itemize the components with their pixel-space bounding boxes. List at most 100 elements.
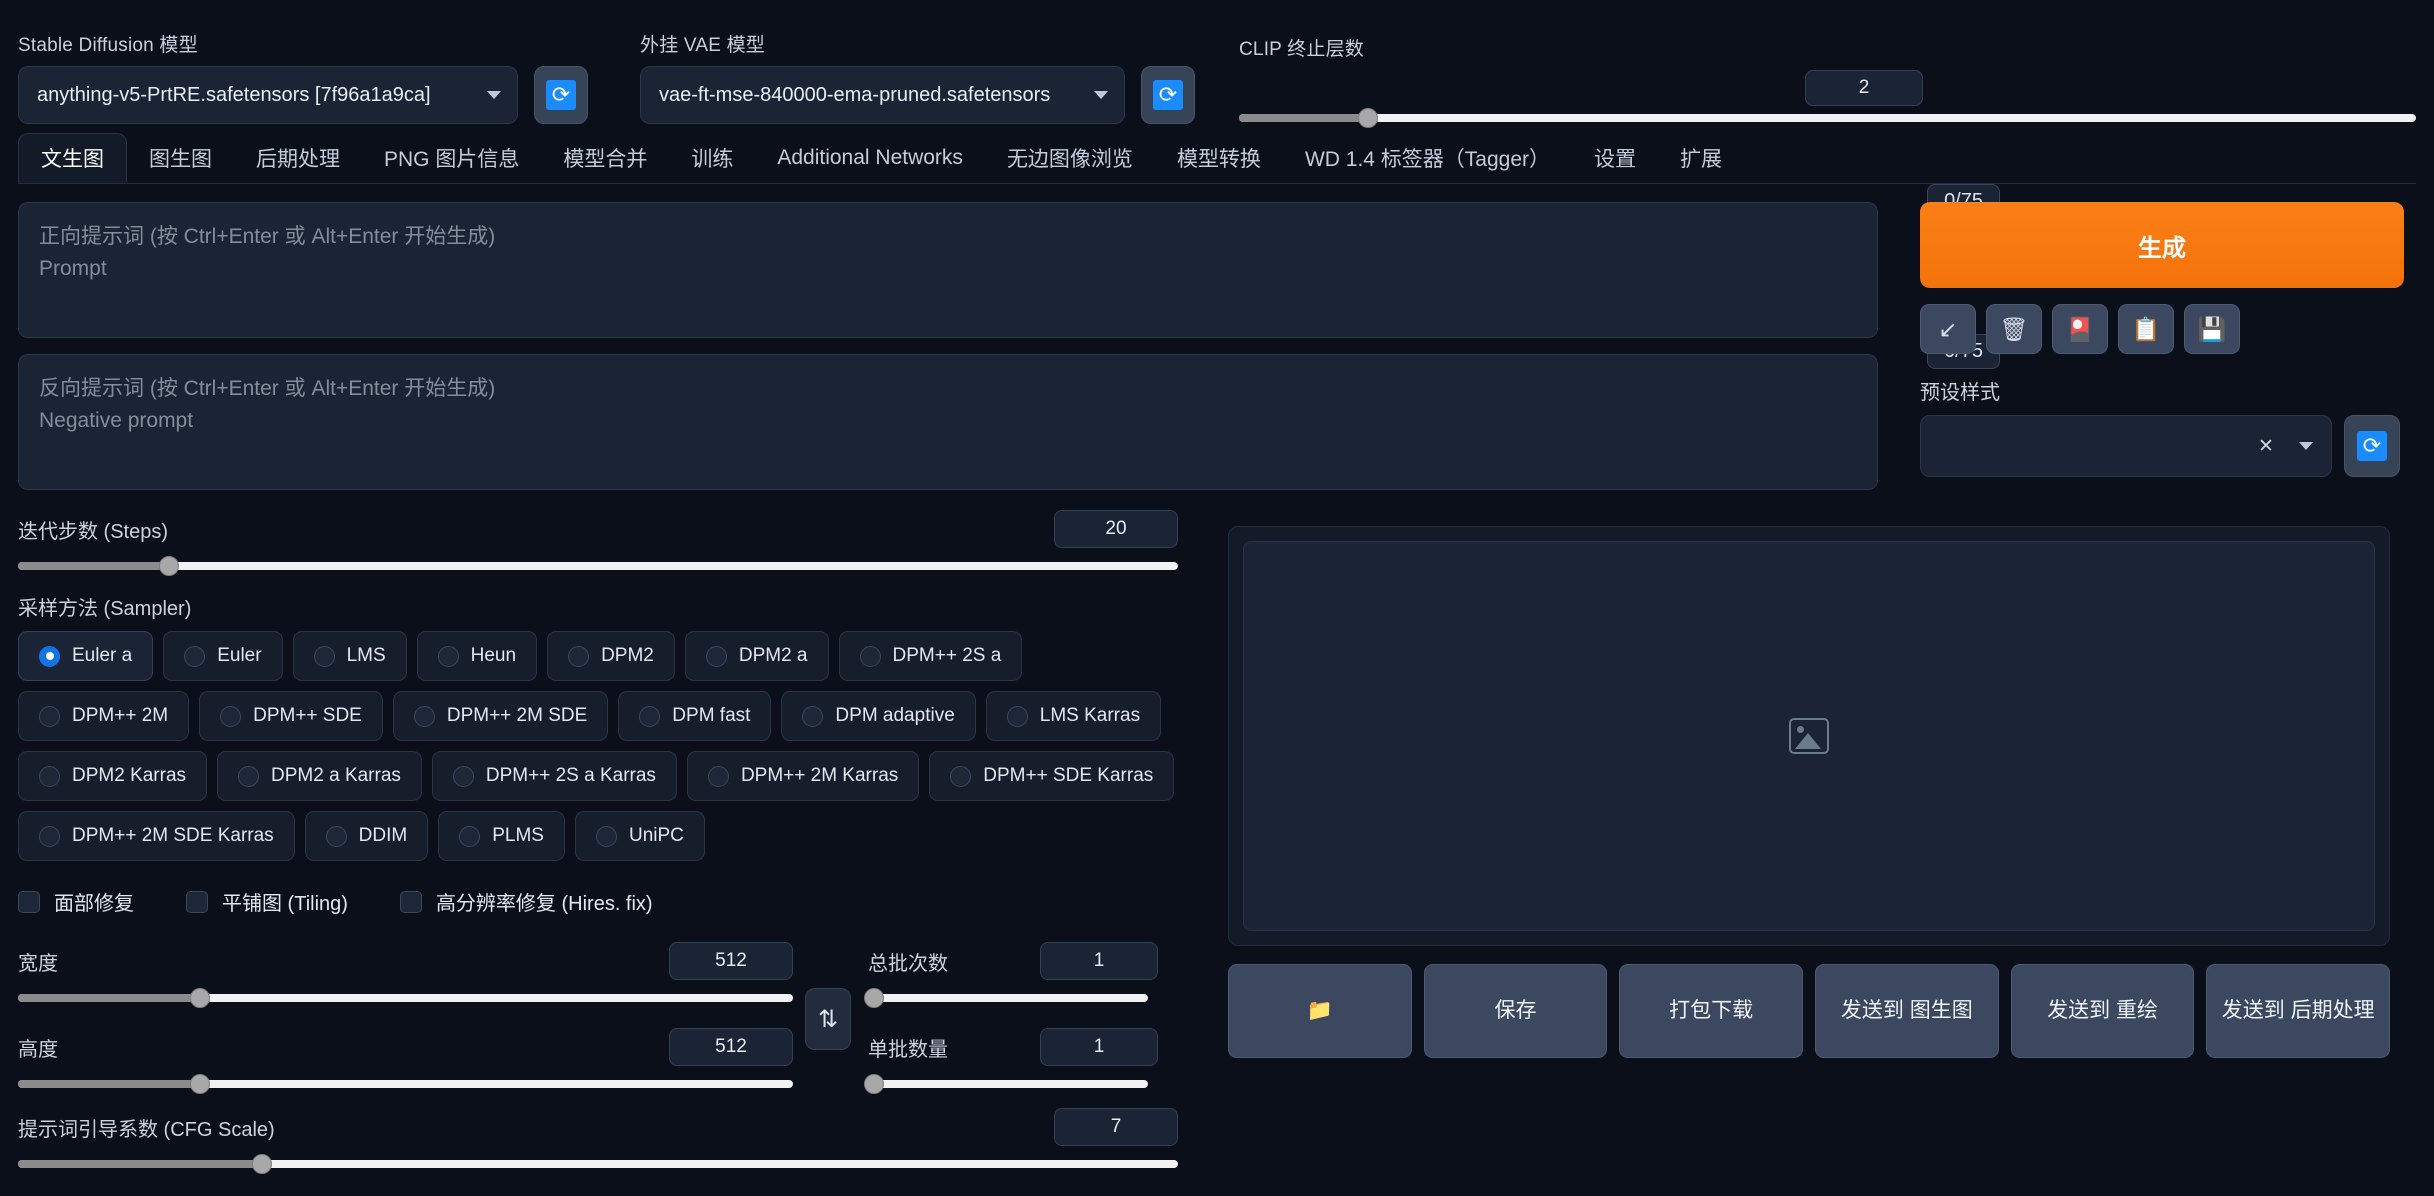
sampler-option-dpmpp-sde-karras[interactable]: DPM++ SDE Karras bbox=[929, 751, 1175, 801]
prompt-area: 正向提示词 (按 Ctrl+Enter 或 Alt+Enter 开始生成) Pr… bbox=[18, 184, 2000, 490]
send-to-extras-button[interactable]: 发送到 后期处理 bbox=[2206, 964, 2391, 1058]
sampler-option-plms[interactable]: PLMS bbox=[438, 811, 565, 861]
sampler-option-heun[interactable]: Heun bbox=[416, 631, 538, 681]
chevron-down-icon bbox=[2299, 442, 2313, 450]
sampler-option-dpmpp-2m-sde[interactable]: DPM++ 2M SDE bbox=[392, 691, 609, 741]
clip-skip-slider[interactable] bbox=[1239, 108, 2416, 128]
swap-width-height-button[interactable]: ⇅ bbox=[805, 988, 851, 1050]
show-extra-networks-button[interactable]: 🎴 bbox=[2052, 304, 2108, 354]
width-value-input[interactable]: 512 bbox=[669, 942, 793, 980]
vae-model-dropdown[interactable]: vae-ft-mse-840000-ema-pruned.safetensors bbox=[640, 66, 1125, 124]
radio-icon bbox=[238, 765, 260, 787]
sampler-option-dpm2-a-karras[interactable]: DPM2 a Karras bbox=[217, 751, 422, 801]
open-folder-button[interactable]: 📁 bbox=[1228, 964, 1412, 1058]
refresh-vae-button[interactable]: ⟳ bbox=[1141, 66, 1195, 124]
batch-count-label: 总批次数 bbox=[868, 952, 948, 975]
tab-extensions[interactable]: 扩展 bbox=[1658, 133, 1744, 183]
checkbox-hires-fix[interactable]: 高分辨率修复 (Hires. fix) bbox=[399, 887, 653, 916]
sampler-option-dpmpp-2m-sde-karras[interactable]: DPM++ 2M SDE Karras bbox=[18, 811, 295, 861]
height-value-input[interactable]: 512 bbox=[669, 1028, 793, 1066]
sd-model-dropdown[interactable]: anything-v5-PrtRE.safetensors [7f96a1a9c… bbox=[18, 66, 518, 124]
cfg-scale-input[interactable]: 7 bbox=[1054, 1108, 1178, 1146]
sampler-option-euler[interactable]: Euler bbox=[163, 631, 283, 681]
batch-size-slider[interactable] bbox=[863, 1074, 1148, 1094]
sampler-option-lms[interactable]: LMS bbox=[292, 631, 407, 681]
tab-png-info[interactable]: PNG 图片信息 bbox=[362, 133, 541, 183]
radio-icon bbox=[39, 705, 60, 727]
output-column: 📁 保存 打包下载 发送到 图生图 发送到 重绘 发送到 后期处理 bbox=[1228, 500, 2418, 1058]
tab-checkpoint-merger[interactable]: 模型合并 bbox=[541, 133, 669, 183]
sampler-option-dpm-fast[interactable]: DPM fast bbox=[618, 691, 772, 741]
sampler-option-dpm2-a[interactable]: DPM2 a bbox=[684, 631, 829, 681]
sampler-option-dpmpp-2m[interactable]: DPM++ 2M bbox=[18, 691, 190, 741]
sampler-option-ddim[interactable]: DDIM bbox=[304, 811, 429, 861]
sampler-option-lms-karras[interactable]: LMS Karras bbox=[985, 691, 1162, 741]
tab-txt2img[interactable]: 文生图 bbox=[18, 133, 127, 183]
width-slider[interactable] bbox=[18, 988, 793, 1008]
sampler-option-dpmpp-2s-a[interactable]: DPM++ 2S a bbox=[838, 631, 1023, 681]
checkbox-label: 面部修复 bbox=[54, 893, 134, 915]
sampler-option-unipc[interactable]: UniPC bbox=[574, 811, 705, 861]
negative-prompt-placeholder-line2: Negative prompt bbox=[39, 408, 194, 432]
clip-skip-value[interactable]: 2 bbox=[1805, 70, 1923, 106]
sampler-option-label: DPM2 a Karras bbox=[271, 765, 401, 786]
generate-button[interactable]: 生成 bbox=[1920, 202, 2404, 288]
refresh-sd-model-button[interactable]: ⟳ bbox=[534, 66, 588, 124]
tab-train[interactable]: 训练 bbox=[669, 133, 755, 183]
tab-extras[interactable]: 后期处理 bbox=[234, 133, 362, 183]
sampler-option-label: DPM++ SDE Karras bbox=[983, 765, 1154, 786]
sampler-option-dpmpp-sde[interactable]: DPM++ SDE bbox=[199, 691, 383, 741]
radio-icon bbox=[595, 825, 617, 847]
radio-icon bbox=[413, 705, 435, 727]
vae-model-value: vae-ft-mse-840000-ema-pruned.safetensors bbox=[659, 83, 1051, 106]
tab-img2img[interactable]: 图生图 bbox=[127, 133, 234, 183]
sampler-option-euler-a[interactable]: Euler a bbox=[18, 631, 154, 681]
negative-prompt-input[interactable]: 反向提示词 (按 Ctrl+Enter 或 Alt+Enter 开始生成) Ne… bbox=[18, 354, 1878, 490]
apply-style-button[interactable]: 📋 bbox=[2118, 304, 2174, 354]
steps-slider[interactable] bbox=[18, 556, 1178, 576]
steps-value-input[interactable]: 20 bbox=[1054, 510, 1178, 548]
radio-icon bbox=[705, 645, 727, 667]
styles-label: 预设样式 bbox=[1920, 382, 2000, 404]
sampler-option-dpm2-karras[interactable]: DPM2 Karras bbox=[18, 751, 208, 801]
checkbox-icon bbox=[186, 890, 208, 913]
positive-prompt-input[interactable]: 正向提示词 (按 Ctrl+Enter 或 Alt+Enter 开始生成) Pr… bbox=[18, 202, 1878, 338]
height-label: 高度 bbox=[18, 1038, 58, 1061]
sampler-option-dpmpp-2m-karras[interactable]: DPM++ 2M Karras bbox=[686, 751, 920, 801]
tab-settings[interactable]: 设置 bbox=[1572, 133, 1658, 183]
height-slider[interactable] bbox=[18, 1074, 793, 1094]
cfg-scale-slider[interactable] bbox=[18, 1154, 1178, 1174]
zip-download-button[interactable]: 打包下载 bbox=[1619, 964, 1804, 1058]
radio-icon bbox=[459, 825, 481, 847]
send-to-inpaint-button[interactable]: 发送到 重绘 bbox=[2010, 964, 2195, 1058]
tab-additional-networks[interactable]: Additional Networks bbox=[755, 133, 985, 183]
sampler-option-dpm-adaptive[interactable]: DPM adaptive bbox=[781, 691, 976, 741]
gallery-preview[interactable] bbox=[1243, 541, 2375, 931]
send-to-img2img-button[interactable]: 发送到 图生图 bbox=[1815, 964, 1999, 1058]
tab-infinite-image-browsing[interactable]: 无边图像浏览 bbox=[985, 133, 1155, 183]
close-icon[interactable]: ✕ bbox=[2253, 433, 2279, 459]
cfg-scale-label: 提示词引导系数 (CFG Scale) bbox=[18, 1118, 275, 1141]
restore-progress-button[interactable]: ↙ bbox=[1920, 304, 1976, 354]
sampler-option-dpm2[interactable]: DPM2 bbox=[547, 631, 675, 681]
tab-model-converter[interactable]: 模型转换 bbox=[1155, 133, 1283, 183]
sampler-option-label: Euler a bbox=[72, 645, 133, 666]
checkbox-tiling[interactable]: 平铺图 (Tiling) bbox=[186, 887, 348, 916]
clear-prompt-button[interactable]: 🗑 bbox=[1986, 304, 2042, 354]
positive-prompt-placeholder-line1: 正向提示词 (按 Ctrl+Enter 或 Alt+Enter 开始生成) bbox=[39, 225, 496, 248]
sampler-option-dpmpp-2s-a-karras[interactable]: DPM++ 2S a Karras bbox=[431, 751, 677, 801]
styles-dropdown[interactable]: ✕ bbox=[1920, 415, 2332, 477]
batch-size-input[interactable]: 1 bbox=[1040, 1028, 1158, 1066]
save-style-button[interactable]: 💾 bbox=[2184, 304, 2240, 354]
sampler-option-label: LMS Karras bbox=[1039, 705, 1141, 726]
checkbox-restore-faces[interactable]: 面部修复 bbox=[18, 887, 134, 916]
batch-count-input[interactable]: 1 bbox=[1040, 942, 1158, 980]
radio-icon bbox=[452, 765, 474, 787]
radio-icon bbox=[325, 825, 347, 847]
dimension-column: 宽度 512 高度 512 bbox=[18, 942, 798, 1094]
refresh-styles-button[interactable]: ⟳ bbox=[2344, 415, 2400, 477]
batch-count-slider[interactable] bbox=[863, 988, 1148, 1008]
tab-wd-tagger[interactable]: WD 1.4 标签器（Tagger） bbox=[1283, 133, 1572, 183]
save-button[interactable]: 保存 bbox=[1423, 964, 1608, 1058]
negative-prompt-placeholder-line1: 反向提示词 (按 Ctrl+Enter 或 Alt+Enter 开始生成) bbox=[39, 377, 496, 400]
